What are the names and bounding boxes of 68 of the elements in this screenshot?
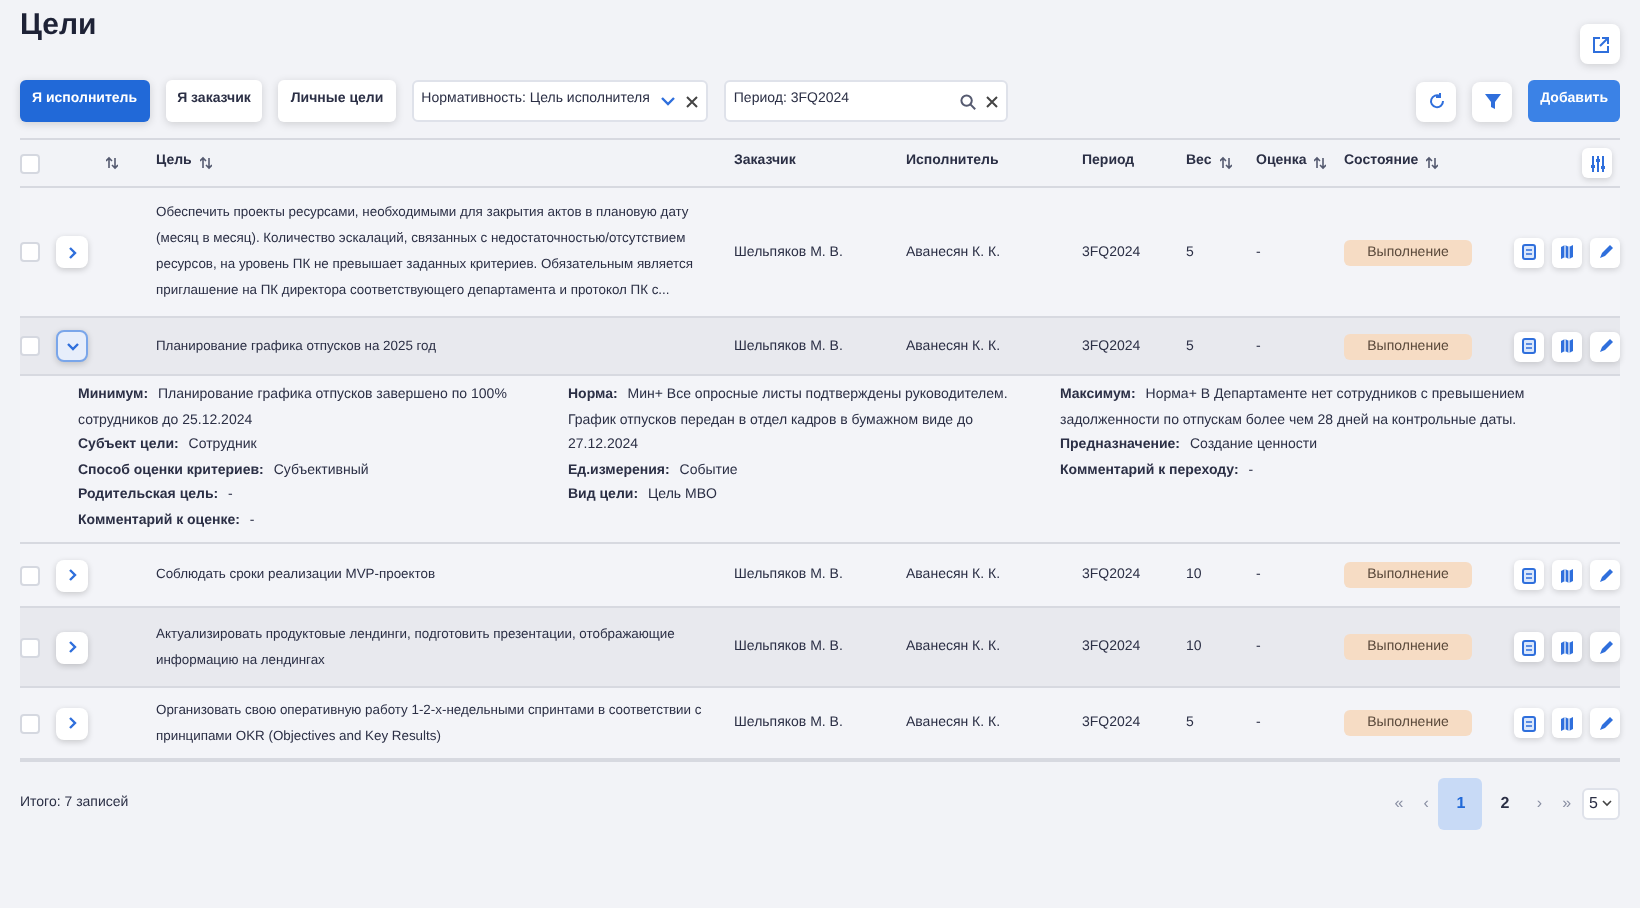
expand-toggle[interactable] <box>56 631 88 663</box>
pencil-icon <box>1597 715 1613 731</box>
refresh-button[interactable] <box>1416 81 1457 121</box>
expand-toggle[interactable] <box>56 559 88 591</box>
page-button[interactable]: 1 <box>1438 778 1483 830</box>
document-icon <box>1522 715 1536 731</box>
row-checkbox[interactable] <box>20 713 40 733</box>
edit-button[interactable] <box>1590 560 1620 590</box>
chevron-right-icon <box>67 716 77 730</box>
document-button[interactable] <box>1514 331 1544 361</box>
pencil-icon <box>1597 639 1613 655</box>
expand-toggle[interactable] <box>56 707 88 739</box>
document-icon <box>1522 338 1536 354</box>
map-icon <box>1560 567 1574 583</box>
row-checkbox[interactable] <box>20 637 40 657</box>
sort-icon[interactable] <box>1314 156 1327 170</box>
refresh-icon <box>1427 92 1446 110</box>
map-button[interactable] <box>1552 632 1582 662</box>
document-icon <box>1522 639 1536 655</box>
map-button[interactable] <box>1552 331 1582 361</box>
map-button[interactable] <box>1552 560 1582 590</box>
filter-button[interactable] <box>1472 81 1513 121</box>
row-checkbox[interactable] <box>20 336 40 356</box>
sliders-icon <box>1589 155 1605 171</box>
close-icon[interactable] <box>985 95 998 107</box>
search-icon <box>959 93 976 109</box>
pencil-icon <box>1597 338 1613 354</box>
map-icon <box>1560 244 1574 260</box>
close-icon[interactable] <box>685 95 698 107</box>
pencil-icon <box>1597 567 1613 583</box>
select-all-checkbox[interactable] <box>20 153 40 173</box>
edit-button[interactable] <box>1590 632 1620 662</box>
edit-button[interactable] <box>1590 331 1620 361</box>
document-button[interactable] <box>1514 560 1544 590</box>
chevron-down-icon <box>1602 800 1612 808</box>
page-button[interactable]: 2 <box>1482 778 1527 830</box>
chevron-right-icon <box>67 640 77 654</box>
sort-icon[interactable] <box>106 156 118 170</box>
sort-icon[interactable] <box>199 156 212 170</box>
expand-toggle[interactable] <box>56 236 88 268</box>
chevron-down-icon <box>65 341 79 351</box>
chevron-right-icon <box>67 245 77 259</box>
pencil-icon <box>1597 244 1613 260</box>
chevron-right-icon <box>67 568 77 582</box>
external-link-button[interactable] <box>1580 24 1620 64</box>
document-icon <box>1522 567 1536 583</box>
column-settings-button[interactable] <box>1582 148 1612 178</box>
chevron-down-icon <box>659 95 676 107</box>
document-button[interactable] <box>1514 237 1544 267</box>
row-checkbox[interactable] <box>20 565 40 585</box>
expand-toggle[interactable] <box>56 330 88 362</box>
document-icon <box>1522 244 1536 260</box>
map-icon <box>1560 639 1574 655</box>
sort-icon[interactable] <box>1426 156 1439 170</box>
edit-button[interactable] <box>1590 708 1620 738</box>
row-checkbox[interactable] <box>20 242 40 262</box>
page-title: Цели <box>20 8 97 44</box>
external-link-icon <box>1591 35 1609 53</box>
filter-icon <box>1483 92 1502 110</box>
sort-icon[interactable] <box>1219 156 1232 170</box>
map-icon <box>1560 715 1574 731</box>
map-icon <box>1560 338 1574 354</box>
edit-button[interactable] <box>1590 237 1620 267</box>
document-button[interactable] <box>1514 632 1544 662</box>
page-size-select[interactable]: 5 <box>1581 788 1620 820</box>
map-button[interactable] <box>1552 708 1582 738</box>
map-button[interactable] <box>1552 237 1582 267</box>
document-button[interactable] <box>1514 708 1544 738</box>
